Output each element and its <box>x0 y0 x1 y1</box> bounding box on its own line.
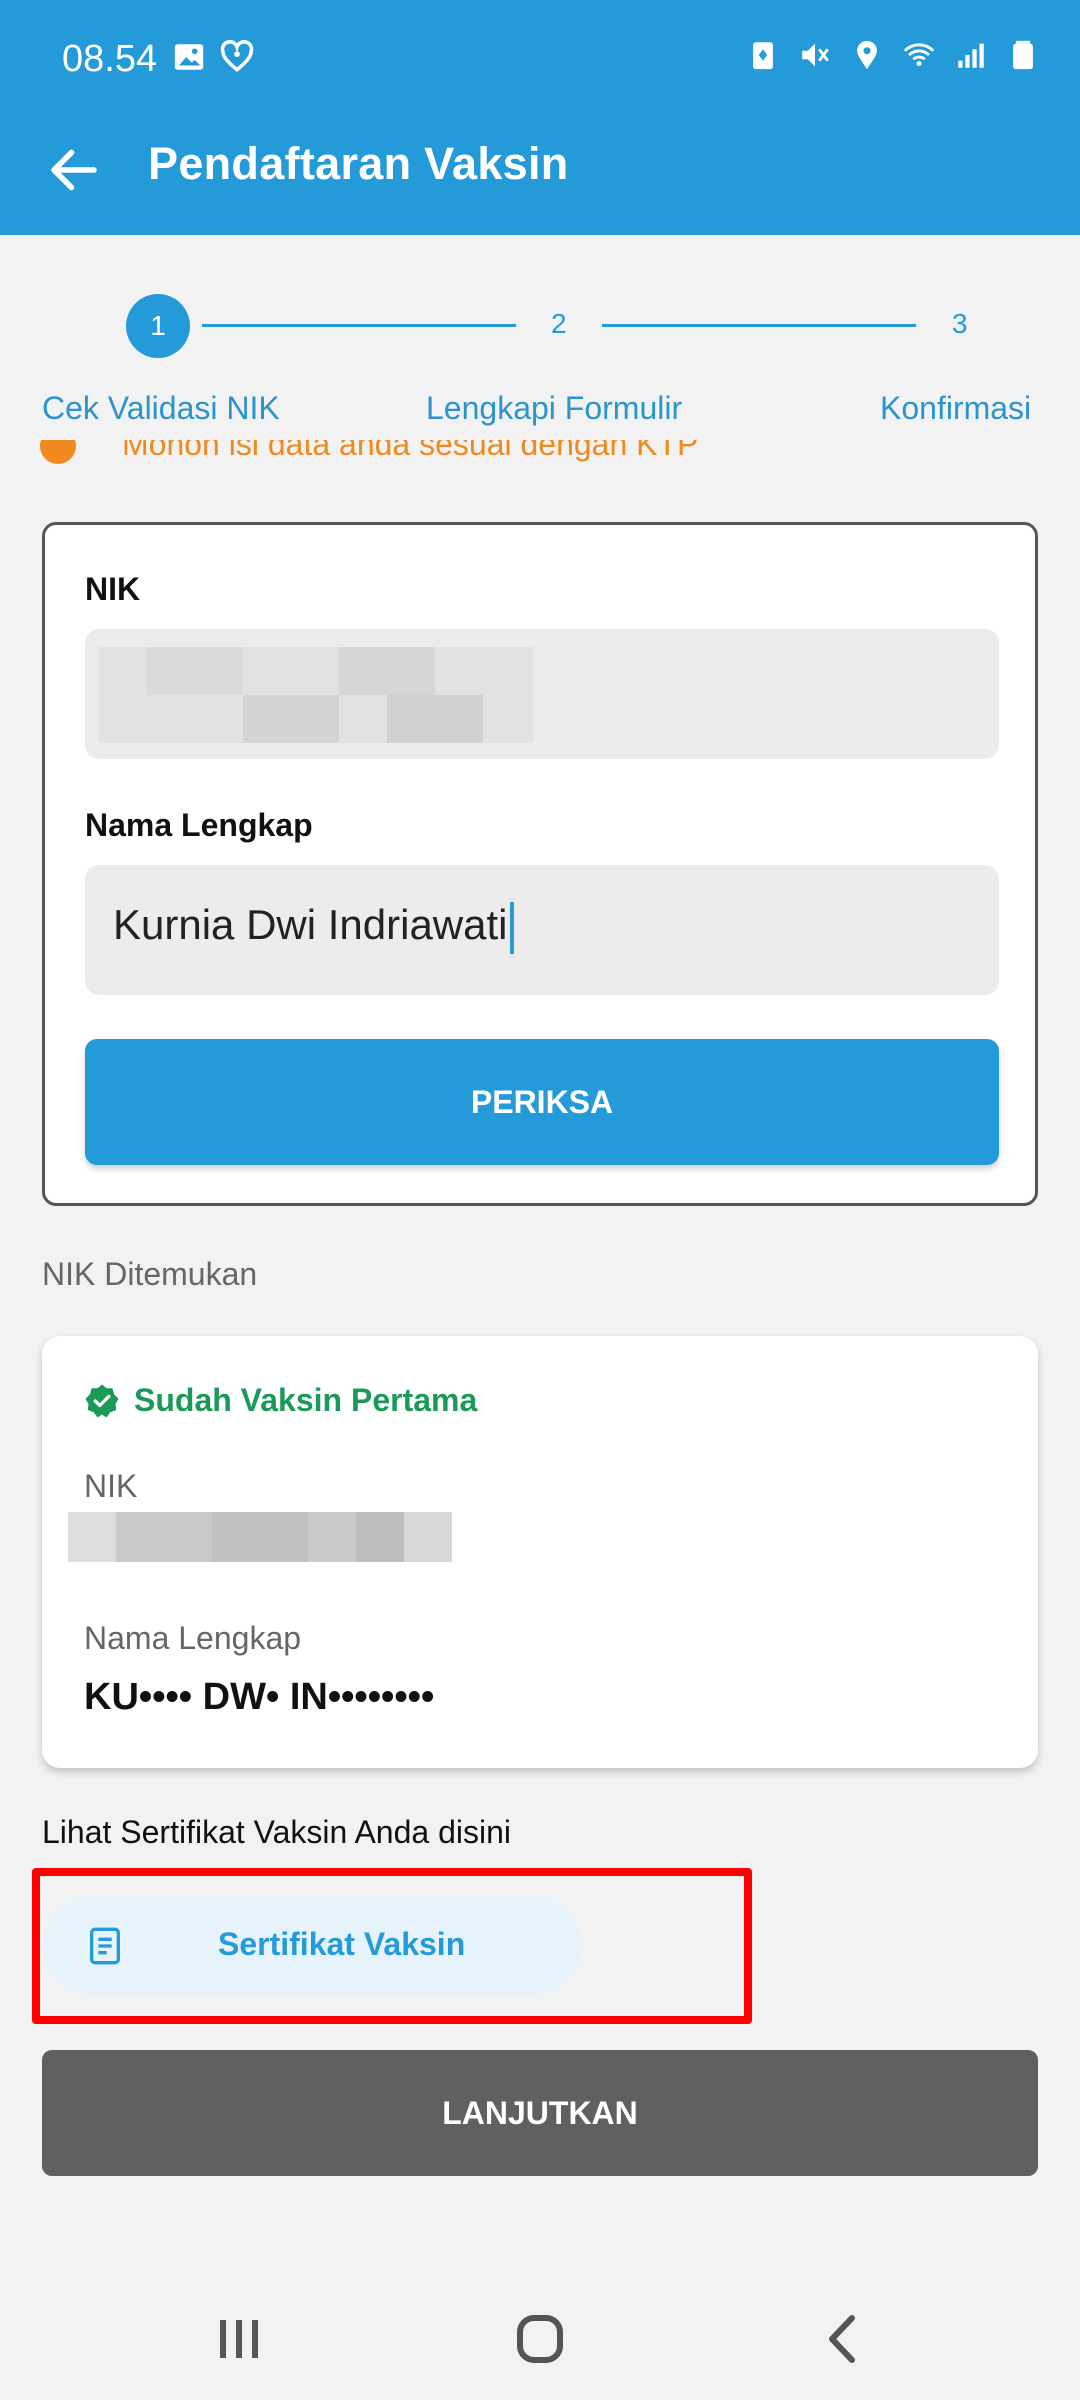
mute-icon <box>802 43 829 67</box>
nik-redacted-block <box>147 647 243 695</box>
result-card: Sudah Vaksin Pertama NIK Nama Lengkap KU… <box>42 1336 1038 1768</box>
redacted-block <box>308 1512 356 1562</box>
redacted-block <box>212 1512 308 1562</box>
result-nik-redacted <box>68 1512 452 1562</box>
step-1-label: Cek Validasi NIK <box>42 390 280 426</box>
stepper: 1 2 3 Cek Validasi NIK Lengkapi Formulir… <box>0 280 1080 440</box>
nik-redacted-block <box>387 695 483 743</box>
system-nav-bar <box>0 2272 1080 2400</box>
vaccine-status-text: Sudah Vaksin Pertama <box>134 1382 478 1418</box>
location-icon <box>857 40 877 70</box>
arrow-left-icon[interactable] <box>44 140 104 200</box>
step-1-indicator: 1 <box>126 294 190 358</box>
wifi-icon <box>903 43 935 67</box>
certificate-hint: Lihat Sertifikat Vaksin Anda disini <box>42 1814 511 1850</box>
app-bar: Pendaftaran Vaksin <box>0 120 1080 235</box>
step-3-label: Konfirmasi <box>880 390 1032 426</box>
warning-icon <box>40 440 76 464</box>
status-icons-right <box>746 38 1040 72</box>
battery-saver-icon <box>753 42 773 70</box>
result-nik-label: NIK <box>84 1468 138 1504</box>
redacted-block <box>116 1512 212 1562</box>
page-title: Pendaftaran Vaksin <box>148 138 569 189</box>
redacted-block <box>68 1512 116 1562</box>
recent-apps-icon[interactable] <box>210 2314 270 2364</box>
step-3-number: 3 <box>952 308 968 339</box>
nik-form-card: NIK Nama Lengkap Kurnia Dwi Indriawati P… <box>42 522 1038 1206</box>
result-name-label: Nama Lengkap <box>84 1620 302 1656</box>
health-icon <box>220 40 254 73</box>
highlight-box <box>32 1868 752 2024</box>
nik-field[interactable] <box>85 629 999 759</box>
check-button[interactable]: PERIKSA <box>85 1039 999 1165</box>
verified-check-icon <box>85 1384 119 1417</box>
home-icon[interactable] <box>510 2314 570 2364</box>
nik-found-label: NIK Ditemukan <box>42 1256 258 1292</box>
battery-icon <box>1013 40 1033 70</box>
step-connector-2 <box>602 324 916 327</box>
step-1-number: 1 <box>150 310 166 341</box>
name-field[interactable]: Kurnia Dwi Indriawati <box>85 865 999 995</box>
step-2-label: Lengkapi Formulir <box>426 390 683 426</box>
continue-button[interactable]: LANJUTKAN <box>42 2050 1038 2176</box>
status-bar: 08.54 <box>0 0 1080 120</box>
nik-redacted-block <box>243 695 339 743</box>
name-value: Kurnia Dwi Indriawati <box>113 901 508 948</box>
nik-label: NIK <box>85 571 141 607</box>
name-field-content: Kurnia Dwi Indriawati <box>113 901 514 954</box>
name-label: Nama Lengkap <box>85 807 313 843</box>
status-icons-left <box>172 40 254 74</box>
text-cursor <box>509 901 514 954</box>
step-connector-1 <box>202 324 516 327</box>
nik-redacted-block <box>339 647 435 695</box>
status-time: 08.54 <box>62 38 158 80</box>
redacted-block <box>356 1512 404 1562</box>
step-2-number: 2 <box>551 308 567 339</box>
signal-icon <box>958 43 984 68</box>
back-nav-icon[interactable] <box>814 2314 874 2364</box>
warning-text: Mohon isi data anda sesuai dengan KTP <box>122 440 699 462</box>
result-name-value: KU•••• DW• IN•••••••• <box>84 1676 435 1718</box>
redacted-block <box>404 1512 452 1562</box>
vaccine-status: Sudah Vaksin Pertama <box>84 1382 477 1419</box>
warning-banner: Mohon isi data anda sesuai dengan KTP <box>40 440 1040 480</box>
gallery-icon <box>174 44 204 70</box>
